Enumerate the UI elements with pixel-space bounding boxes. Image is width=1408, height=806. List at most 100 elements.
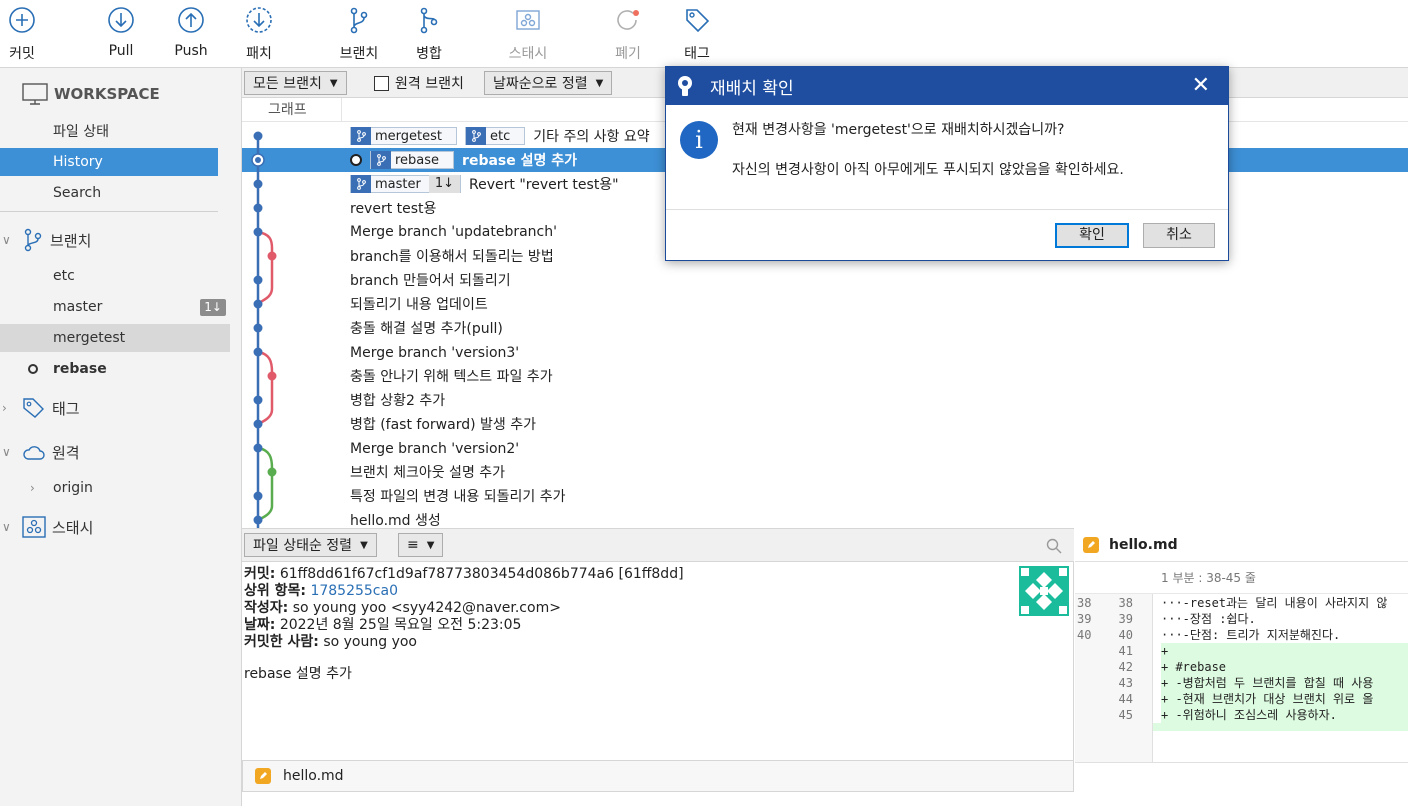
workspace-label: WORKSPACE: [54, 85, 160, 103]
info-icon: i: [680, 121, 718, 159]
search-icon[interactable]: [1046, 538, 1062, 554]
view-mode-dropdown[interactable]: ≡ ▼: [398, 533, 444, 557]
commit-message: Merge branch 'updatebranch': [350, 224, 557, 240]
branches-label: 브랜치: [50, 231, 92, 250]
branch-filter-value: 모든 브랜치: [253, 76, 322, 92]
graph-column-title[interactable]: 그래프: [242, 98, 342, 122]
diff-view: 1 부분 : 38-45 줄 38 38 ···-reset과는 달리 내용이 사라…: [1075, 562, 1408, 806]
sidebar-item-branch-master[interactable]: master 1↓: [0, 293, 230, 321]
dialog-message: 현재 변경사항을 'mergetest'으로 재배치하시겠습니까?: [732, 122, 1065, 138]
commit-row[interactable]: 특정 파일의 변경 내용 되돌리기 추가: [242, 484, 1408, 508]
chevron-right-icon: ›: [30, 481, 35, 495]
sidebar-item-remote-origin[interactable]: › origin: [0, 474, 230, 502]
commit-message: 되돌리기 내용 업데이트: [350, 297, 488, 313]
sidebar-item-branch-etc[interactable]: etc: [0, 262, 230, 290]
plus-circle-icon: [9, 7, 35, 33]
branches-header[interactable]: ∨ 브랜치: [0, 226, 230, 254]
tags-header[interactable]: › 태그: [0, 394, 230, 422]
branch-ref-master[interactable]: master 1↓: [350, 175, 462, 193]
sidebar-item-branch-rebase[interactable]: rebase: [0, 355, 230, 383]
branch-rebase-label: rebase: [53, 361, 107, 377]
sort-value: 날짜순으로 정렬: [493, 76, 588, 92]
behind-count-badge: 1↓: [200, 299, 226, 316]
sidebar-item-branch-mergetest[interactable]: mergetest: [0, 324, 230, 352]
pull-button[interactable]: Pull: [89, 4, 153, 64]
commit-row[interactable]: hello.md 생성: [242, 508, 1408, 528]
commit-graph: [251, 131, 277, 528]
commit-row[interactable]: branch 만들어서 되돌리기: [242, 268, 1408, 292]
patch-button[interactable]: 패치: [227, 4, 291, 64]
commit-row[interactable]: 충돌 안나기 위해 텍스트 파일 추가: [242, 364, 1408, 388]
stash-label: 스태시: [52, 518, 94, 537]
merge-button[interactable]: 병합: [397, 4, 461, 64]
stash-header[interactable]: ∨ 스태시: [0, 513, 230, 541]
sort-dropdown[interactable]: 날짜순으로 정렬 ▼: [484, 71, 613, 95]
chevron-right-icon: ›: [2, 401, 7, 415]
ref-name: etc: [490, 128, 511, 144]
author-label: 작성자:: [244, 600, 289, 616]
dialog-warning: 자신의 변경사항이 아직 아무에게도 푸시되지 않았음을 확인하세요.: [732, 162, 1124, 178]
commit-message: 병합 (fast forward) 발생 추가: [350, 417, 536, 433]
changed-file-row[interactable]: hello.md: [242, 760, 1074, 792]
file-sort-value: 파일 상태순 정렬: [253, 538, 353, 554]
dialog-body: i 현재 변경사항을 'mergetest'으로 재배치하시겠습니까? 자신의 …: [666, 105, 1228, 209]
pull-label: Pull: [108, 43, 134, 59]
changed-file-name: hello.md: [283, 768, 344, 784]
chevron-down-icon: ∨: [2, 520, 11, 534]
branch-ref-mergetest[interactable]: mergetest: [350, 127, 457, 145]
branch-mergetest-label: mergetest: [53, 330, 126, 346]
sidebar-item-history[interactable]: History: [0, 148, 218, 176]
chevron-down-icon: ▼: [595, 77, 604, 89]
committer-line: 커밋한 사람: so young yoo: [244, 634, 1071, 651]
head-indicator-icon: [350, 154, 362, 166]
commit-hash-label: 커밋:: [244, 566, 276, 582]
ref-name: rebase: [395, 152, 440, 168]
push-button[interactable]: Push: [159, 4, 223, 64]
remote-branches-checkbox[interactable]: 원격 브랜치: [374, 71, 464, 95]
commit-row[interactable]: 되돌리기 내용 업데이트: [242, 292, 1408, 316]
stash-button[interactable]: 스태시: [496, 4, 560, 64]
commit-row[interactable]: Merge branch 'version2': [242, 437, 1408, 461]
commit-message: hello.md 생성: [350, 513, 441, 528]
remotes-header[interactable]: ∨ 원격: [0, 438, 230, 466]
close-icon[interactable]: ✕: [1192, 73, 1210, 98]
diff-line: 40 40 ···-단점: 트리가 지저분해진다.: [1077, 628, 1341, 642]
push-label: Push: [174, 43, 208, 59]
branch-filter-dropdown[interactable]: 모든 브랜치 ▼: [244, 71, 347, 95]
file-status-label: 파일 상태: [53, 124, 109, 140]
commit-row[interactable]: 병합 (fast forward) 발생 추가: [242, 412, 1408, 436]
date-label: 날짜:: [244, 617, 276, 633]
cloud-icon: [23, 446, 45, 460]
discard-button[interactable]: 폐기: [596, 4, 660, 64]
commit-row[interactable]: Merge branch 'version3': [242, 341, 1408, 365]
tag-button[interactable]: 태그: [665, 4, 729, 64]
commit-button[interactable]: 커밋: [0, 4, 54, 64]
commit-message: 기타 주의 사항 요약: [533, 129, 650, 145]
ref-name: mergetest: [375, 128, 442, 144]
branch-ref-etc[interactable]: etc: [465, 127, 526, 145]
branch-button[interactable]: 브랜치: [327, 4, 391, 64]
commit-message-body: rebase 설명 추가: [244, 666, 352, 682]
monitor-icon: [22, 83, 48, 105]
commit-row[interactable]: 병합 상황2 추가: [242, 388, 1408, 412]
patch-label: 패치: [246, 46, 272, 62]
branch-master-label: master: [53, 299, 103, 315]
parent-link[interactable]: 1785255ca0: [310, 583, 398, 599]
ok-button[interactable]: 확인: [1055, 223, 1129, 248]
cancel-button[interactable]: 취소: [1143, 223, 1215, 248]
diff-line: 39 39 ···-장점 :쉽다.: [1077, 612, 1256, 626]
commit-row[interactable]: 충돌 해결 설명 추가(pull): [242, 316, 1408, 340]
sidebar-item-file-status[interactable]: 파일 상태: [0, 117, 230, 145]
tag-label: 태그: [684, 46, 710, 62]
diff-line-added: 41 +: [1075, 643, 1408, 659]
branch-icon: [24, 228, 42, 252]
branch-ref-rebase[interactable]: rebase: [370, 151, 455, 169]
merge-label: 병합: [416, 46, 442, 62]
diff-line-added: 44 + -현재 브랜치가 대상 브랜치 위로 올: [1075, 691, 1408, 707]
commit-details: 커밋: 61ff8dd61f67cf1d9af78773803454d086b7…: [242, 562, 1074, 760]
sidebar-item-search[interactable]: Search: [0, 179, 230, 207]
commit-row[interactable]: 브랜치 체크아웃 설명 추가: [242, 460, 1408, 484]
file-sort-dropdown[interactable]: 파일 상태순 정렬 ▼: [244, 533, 377, 557]
parent-label: 상위 항목:: [244, 583, 306, 599]
workspace-header: WORKSPACE: [0, 80, 230, 108]
